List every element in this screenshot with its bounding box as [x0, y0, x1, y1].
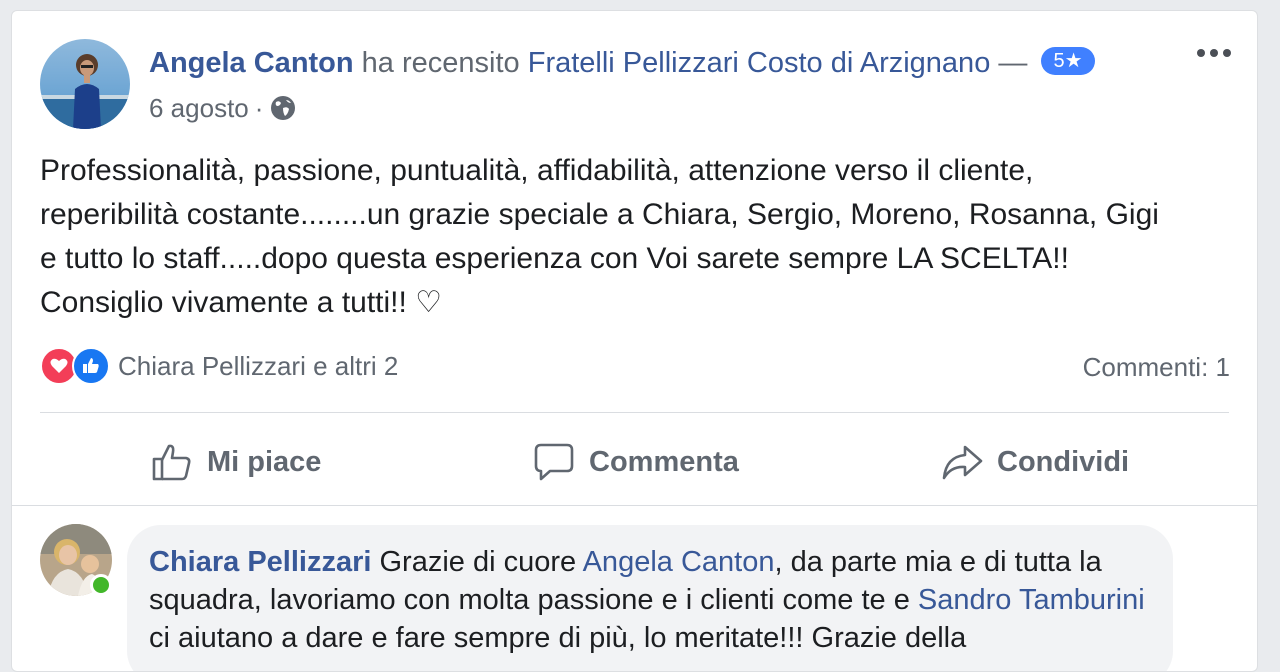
dash: — [990, 47, 1036, 79]
comment-label: Commenta [589, 445, 739, 478]
comment-text: Chiara Pellizzari Grazie di cuore Angela… [149, 543, 1149, 657]
post-meta: 6 agosto · [149, 91, 297, 125]
review-line: Consiglio vivamente a tutti!! ♡ [40, 286, 443, 319]
divider [40, 412, 1229, 413]
comments-count-link[interactable]: Commenti: 1 [1083, 352, 1230, 383]
comment-text-part: ci aiutano a dare e fare sempre di più, … [149, 622, 967, 654]
mention-link[interactable]: Sandro Tamburini [918, 584, 1145, 616]
post-date-link[interactable]: 6 agosto [149, 91, 249, 125]
like-label: Mi piace [207, 445, 322, 478]
share-arrow-icon [941, 441, 983, 483]
review-line: reperibilità costante........un grazie s… [40, 198, 1159, 231]
comment-author-link[interactable]: Chiara Pellizzari [149, 546, 371, 578]
share-label: Condividi [997, 445, 1130, 478]
review-text: Professionalità, passione, puntualità, a… [40, 149, 1240, 325]
review-line: e tutto lo staff.....dopo questa esperie… [40, 242, 1069, 275]
share-button[interactable]: Condividi [941, 434, 1129, 490]
more-dot-icon [1210, 49, 1218, 57]
reactions-text: Chiara Pellizzari e altri 2 [118, 350, 399, 381]
author-avatar[interactable] [40, 39, 130, 129]
comment-button[interactable]: Commenta [533, 434, 739, 490]
more-options-button[interactable] [1197, 43, 1237, 63]
comments-divider [12, 505, 1257, 506]
review-line: Professionalità, passione, puntualità, a… [40, 154, 1034, 187]
action-text: ha recensito [353, 47, 528, 79]
like-button[interactable]: Mi piace [151, 434, 321, 490]
mention-link[interactable]: Angela Canton [583, 546, 775, 578]
online-status-dot [90, 574, 112, 596]
rating-badge: 5★ [1041, 47, 1095, 76]
author-name-link[interactable]: Angela Canton [149, 47, 354, 79]
more-dot-icon [1197, 49, 1205, 57]
reactions-summary[interactable]: Chiara Pellizzari e altri 2 [40, 347, 398, 385]
like-icon [72, 347, 110, 385]
comment-text-part: Grazie di cuore [371, 546, 583, 578]
meta-separator: · [254, 93, 264, 123]
page-name-link[interactable]: Fratelli Pellizzari Costo di Arzignano [528, 47, 991, 79]
comment-bubble-icon [533, 441, 575, 483]
thumbs-up-icon [151, 441, 193, 483]
more-dot-icon [1223, 49, 1231, 57]
post-header: Angela Canton ha recensito Fratelli Pell… [149, 45, 1095, 81]
review-post-card: Angela Canton ha recensito Fratelli Pell… [11, 10, 1258, 672]
globe-icon [269, 94, 297, 122]
